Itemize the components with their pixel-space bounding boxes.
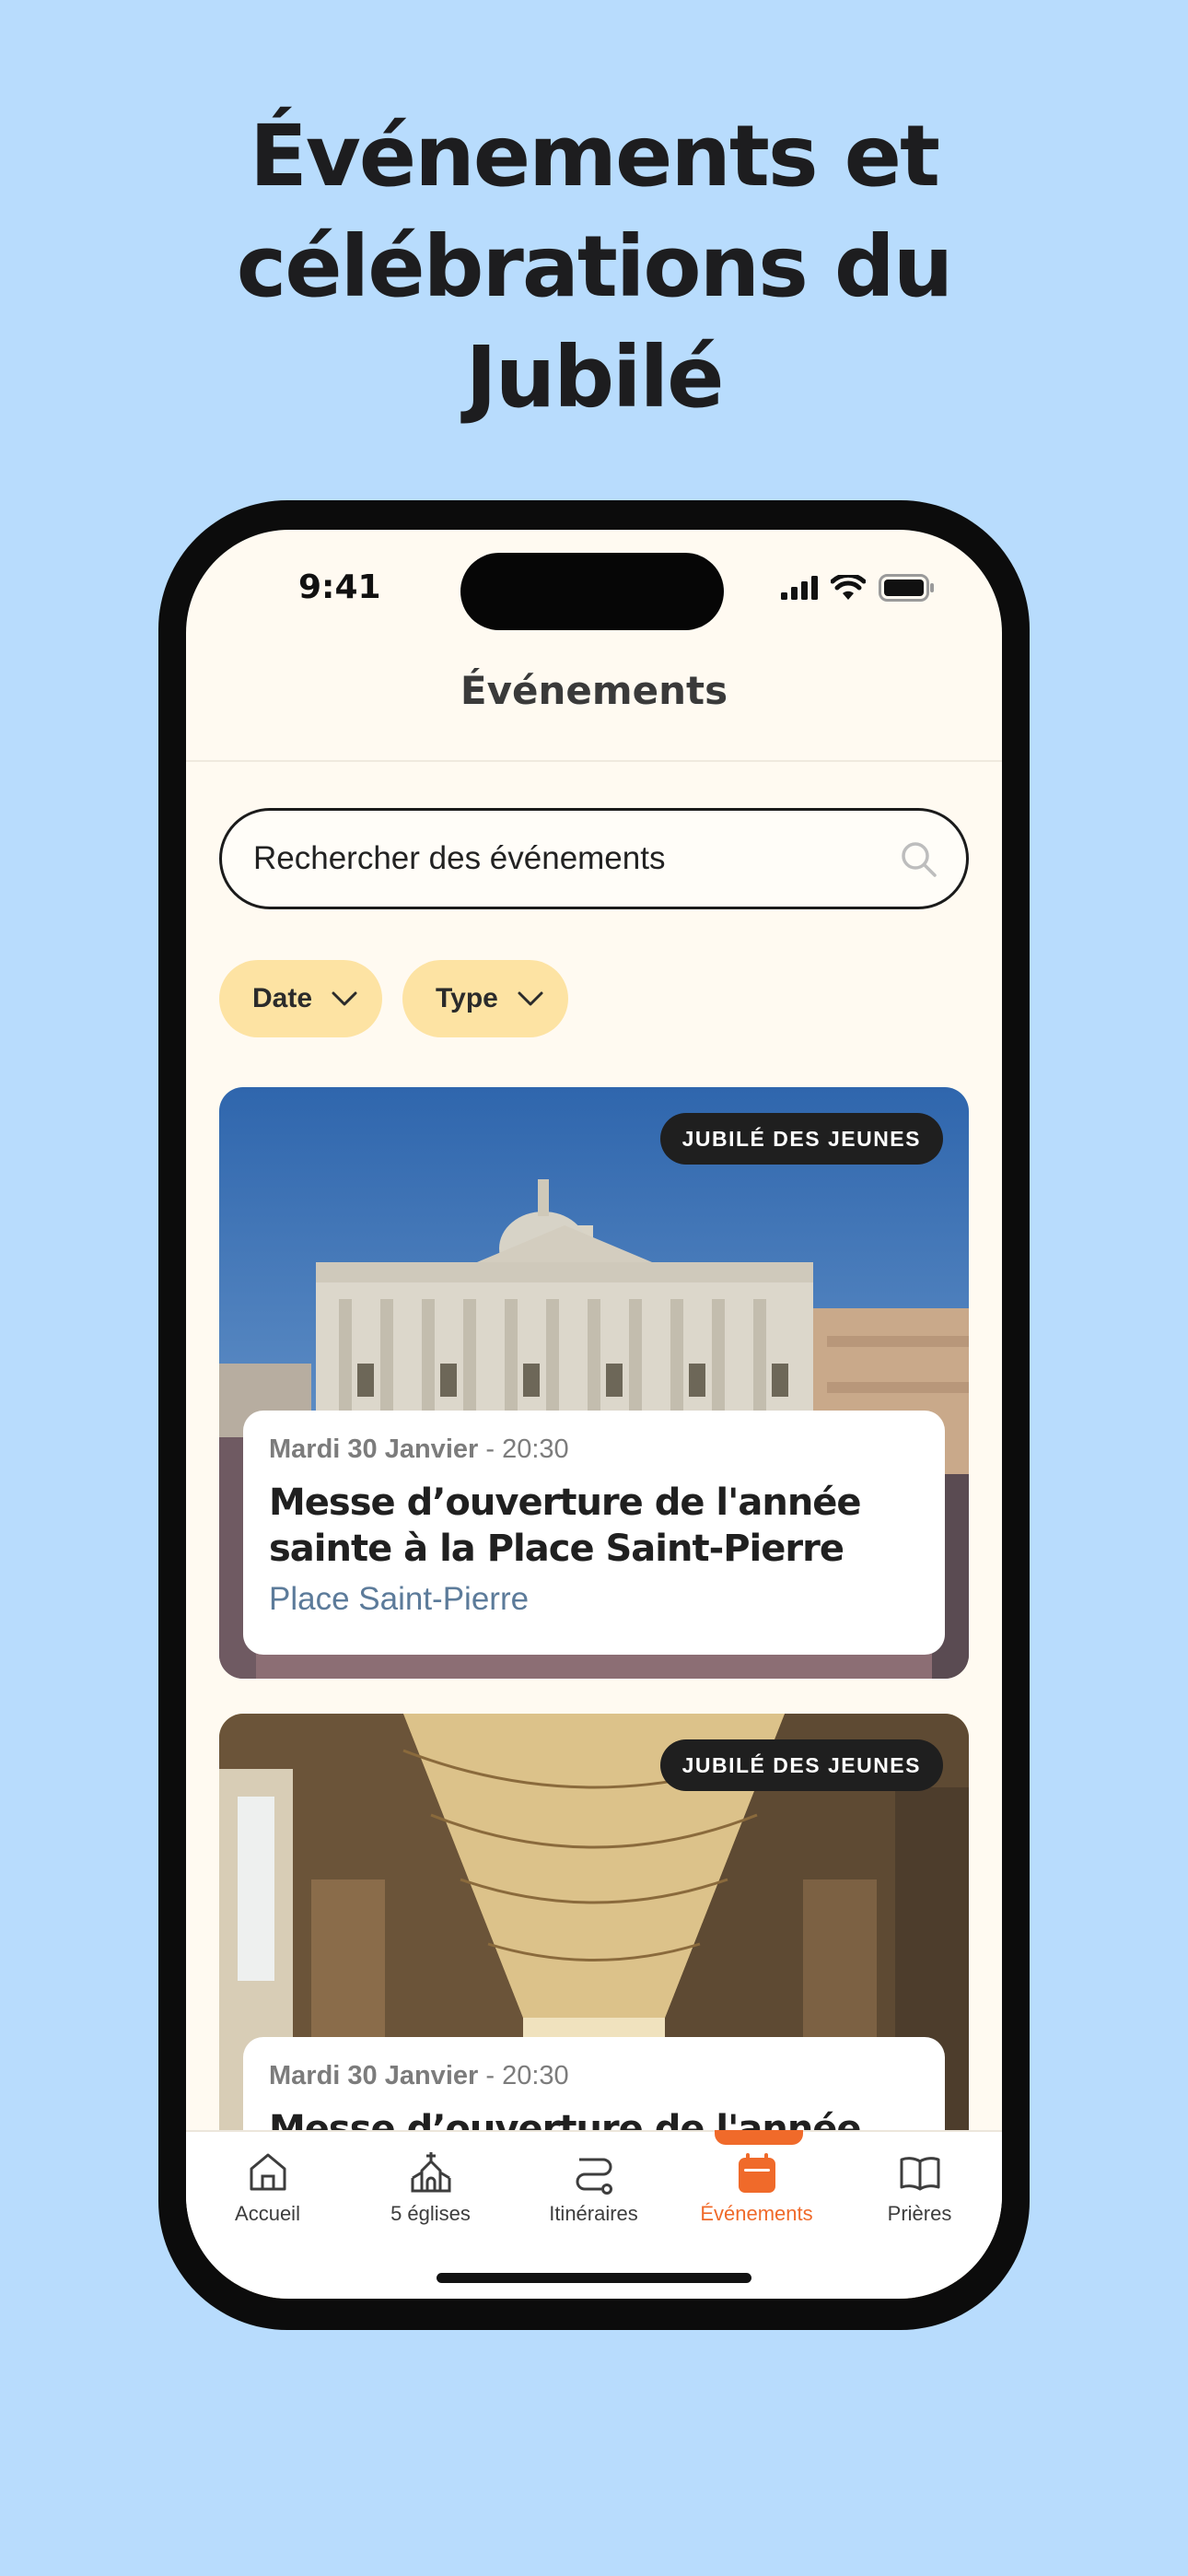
tab-label: Événements [700,2202,813,2225]
headline-line-1: Événements et [249,107,940,205]
tab-prieres[interactable]: Prières [838,2150,1001,2226]
event-time: 20:30 [502,2061,569,2090]
wifi-icon [831,575,866,600]
tab-evenements[interactable]: Événements [675,2150,838,2226]
tab-label: Accueil [235,2202,300,2225]
filter-type-chip[interactable]: Type [402,960,568,1037]
cellular-signal-icon [781,576,818,600]
route-icon [576,2158,612,2195]
event-category-badge: JUBILÉ DES JEUNES [659,1739,943,1791]
search-placeholder: Rechercher des événements [253,840,666,876]
tab-accueil[interactable]: Accueil [186,2150,349,2226]
dynamic-island [460,553,724,630]
event-title: Messe d’ouverture de l'année sainte à la… [269,1480,919,1572]
calendar-icon [738,2153,775,2193]
headline-line-2: célébrations du [236,217,954,316]
tab-label: Prières [887,2202,952,2225]
event-title-line-2: sainte à la Place Saint-Pierre [269,1528,844,1570]
event-date: Mardi 30 Janvier [269,1434,479,1464]
search-input[interactable]: Rechercher des événements [219,808,969,909]
event-category-badge: JUBILÉ DES JEUNES [659,1113,943,1165]
filter-type-label: Type [436,983,498,1013]
book-icon [900,2157,939,2191]
search-icon[interactable] [898,838,938,879]
status-icons [781,574,936,602]
active-tab-indicator [715,2130,803,2145]
event-location: Place Saint-Pierre [269,1581,530,1617]
tab-itineraires[interactable]: Itinéraires [512,2150,675,2226]
event-date: Mardi 30 Janvier [269,2061,479,2090]
marketing-headline: Événements et célébrations du Jubilé [0,101,1188,433]
filter-date-chip[interactable]: Date [219,960,383,1037]
filter-date-label: Date [252,983,313,1013]
nav-divider [186,760,1002,762]
battery-icon [879,574,934,602]
event-datetime: Mardi 30 Janvier - 20:30 [269,1434,919,1465]
page-title: Événements [460,668,728,713]
event-time: 20:30 [502,1434,569,1464]
event-info-panel: Mardi 30 Janvier - 20:30 Messe d’ouvertu… [243,1411,945,1655]
event-title-line-1: Messe d’ouverture de l'année [269,1481,862,1524]
app-screen: 9:41 Événements Rechercher des événement… [186,530,1002,2299]
church-icon [411,2152,450,2193]
home-icon [250,2153,285,2191]
tab-label: 5 églises [390,2202,471,2225]
home-indicator[interactable] [437,2273,751,2283]
tab-5-eglises[interactable]: 5 églises [349,2150,512,2226]
headline-line-3: Jubilé [465,328,724,427]
tab-label: Itinéraires [549,2202,638,2225]
event-datetime: Mardi 30 Janvier - 20:30 [269,2061,919,2091]
status-time: 9:41 [298,568,381,606]
chevron-down-icon [518,991,543,1006]
filter-chips: Date Type [219,960,568,1037]
datetime-separator: - [485,1434,503,1464]
event-card[interactable]: JUBILÉ DES JEUNES Mardi 30 Janvier - 20:… [219,1087,969,1679]
datetime-separator: - [485,2061,503,2090]
chevron-down-icon [332,991,357,1006]
